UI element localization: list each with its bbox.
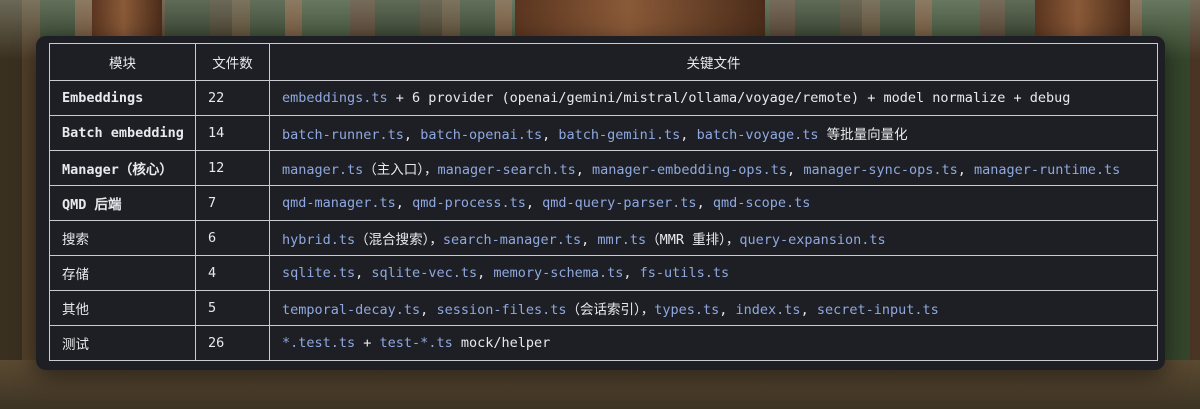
description-text: , <box>575 162 592 178</box>
table-row: Batch embedding 14 batch-runner.ts, batch-… <box>49 115 1158 151</box>
description-text: , <box>696 195 713 211</box>
file-name: batch-openai.ts <box>420 127 543 143</box>
table-row: 搜索 6 hybrid.ts（混合搜索），search-manager.ts, mm… <box>49 220 1158 256</box>
file-name: manager-search.ts <box>437 162 576 178</box>
description-text: , <box>395 195 413 211</box>
description-text: （混合搜索）， <box>355 232 443 248</box>
module-cell: Batch embedding <box>49 115 196 151</box>
key-files-cell: hybrid.ts（混合搜索），search-manager.ts, mmr.t… <box>269 220 1158 256</box>
description-text: （会话索引）， <box>566 302 655 318</box>
key-files-cell: embeddings.ts + 6 provider (openai/gemin… <box>269 80 1158 116</box>
file-name: qmd-manager.ts <box>282 195 396 211</box>
file-name: types.ts <box>654 302 720 318</box>
module-cell: 测试 <box>49 325 196 361</box>
file-name: manager-sync-ops.ts <box>803 162 958 178</box>
description-text: , <box>525 195 543 211</box>
header-key-files: 关键文件 <box>269 43 1158 81</box>
description-text: mock/helper <box>452 335 551 351</box>
description-text: , <box>800 302 817 318</box>
file-name: batch-gemini.ts <box>558 127 681 143</box>
file-name: query-expansion.ts <box>739 232 886 248</box>
key-files-cell: sqlite.ts, sqlite-vec.ts, memory-schema.… <box>269 255 1158 291</box>
key-files-cell: temporal-decay.ts, session-files.ts（会话索引… <box>269 290 1158 326</box>
description-text: + 6 provider (openai/gemini/mistral/olla… <box>387 90 1071 106</box>
module-cell: QMD 后端 <box>49 185 196 221</box>
file-count-cell: 4 <box>195 255 270 291</box>
file-name: batch-voyage.ts <box>696 127 819 143</box>
file-count-cell: 12 <box>195 150 270 186</box>
table-row: 存储 4 sqlite.ts, sqlite-vec.ts, memory-sche… <box>49 255 1158 291</box>
file-name: *.test.ts <box>282 335 356 351</box>
key-files-cell: *.test.ts + test-*.ts mock/helper <box>269 325 1158 361</box>
table-row: 测试 26 *.test.ts + test-*.ts mock/helper <box>49 325 1158 361</box>
table-row: QMD 后端 7 qmd-manager.ts, qmd-process.ts, q… <box>49 185 1158 221</box>
description-text: + <box>355 335 380 351</box>
file-name: sqlite-vec.ts <box>371 265 478 281</box>
description-text: , <box>680 127 697 143</box>
table-row: 其他 5 temporal-decay.ts, session-files.ts（会… <box>49 290 1158 326</box>
table-panel: 模块 文件数 关键文件 Embeddings 22 embeddings.ts + … <box>36 36 1165 370</box>
file-name: manager-runtime.ts <box>974 162 1121 178</box>
file-name: temporal-decay.ts <box>282 302 421 318</box>
description-text: 等批量向量化 <box>818 127 908 143</box>
file-name: session-files.ts <box>436 302 567 318</box>
file-name: manager-embedding-ops.ts <box>591 162 788 178</box>
table-row: Embeddings 22 embeddings.ts + 6 provider (… <box>49 80 1158 116</box>
description-text: , <box>477 265 494 281</box>
file-count-cell: 22 <box>195 80 270 116</box>
description-text: , <box>787 162 804 178</box>
file-name: qmd-query-parser.ts <box>542 195 697 211</box>
table-body: Embeddings 22 embeddings.ts + 6 provider (… <box>49 80 1158 361</box>
module-table: 模块 文件数 关键文件 Embeddings 22 embeddings.ts + … <box>49 43 1158 361</box>
description-text: （MMR 重排）， <box>646 232 740 248</box>
description-text: , <box>957 162 975 178</box>
header-file-count: 文件数 <box>195 43 270 81</box>
file-name: qmd-process.ts <box>412 195 526 211</box>
file-name: index.ts <box>735 302 801 318</box>
key-files-cell: batch-runner.ts, batch-openai.ts, batch-… <box>269 115 1158 151</box>
file-count-cell: 14 <box>195 115 270 151</box>
description-text: （主入口）， <box>363 162 438 178</box>
description-text: , <box>542 127 559 143</box>
file-count-cell: 5 <box>195 290 270 326</box>
table-header-row: 模块 文件数 关键文件 <box>49 43 1158 81</box>
file-name: manager.ts <box>282 162 364 178</box>
description-text: , <box>581 232 598 248</box>
description-text: , <box>355 265 372 281</box>
file-name: embeddings.ts <box>282 90 388 106</box>
file-count-cell: 26 <box>195 325 270 361</box>
header-module: 模块 <box>49 43 196 81</box>
file-name: batch-runner.ts <box>282 127 404 143</box>
module-cell: 存储 <box>49 255 196 291</box>
file-name: secret-input.ts <box>816 302 939 318</box>
module-cell: 其他 <box>49 290 196 326</box>
file-name: qmd-scope.ts <box>712 195 811 211</box>
key-files-cell: manager.ts（主入口），manager-search.ts, manag… <box>269 150 1158 186</box>
file-name: search-manager.ts <box>442 232 582 248</box>
file-count-cell: 6 <box>195 220 270 256</box>
module-cell: Manager（核心） <box>49 150 196 186</box>
table-row: Manager（核心） 12 manager.ts（主入口），manager-sea… <box>49 150 1158 186</box>
key-files-cell: qmd-manager.ts, qmd-process.ts, qmd-quer… <box>269 185 1158 221</box>
description-text: , <box>403 127 421 143</box>
file-name: memory-schema.ts <box>493 265 624 281</box>
file-name: hybrid.ts <box>282 232 356 248</box>
file-name: fs-utils.ts <box>639 265 730 281</box>
description-text: , <box>623 265 640 281</box>
file-name: sqlite.ts <box>282 265 356 281</box>
module-cell: Embeddings <box>49 80 196 116</box>
module-cell: 搜索 <box>49 220 196 256</box>
description-text: , <box>719 302 736 318</box>
description-text: , <box>420 302 437 318</box>
file-name: test-*.ts <box>379 335 453 351</box>
file-count-cell: 7 <box>195 185 270 221</box>
file-name: mmr.ts <box>597 232 647 248</box>
